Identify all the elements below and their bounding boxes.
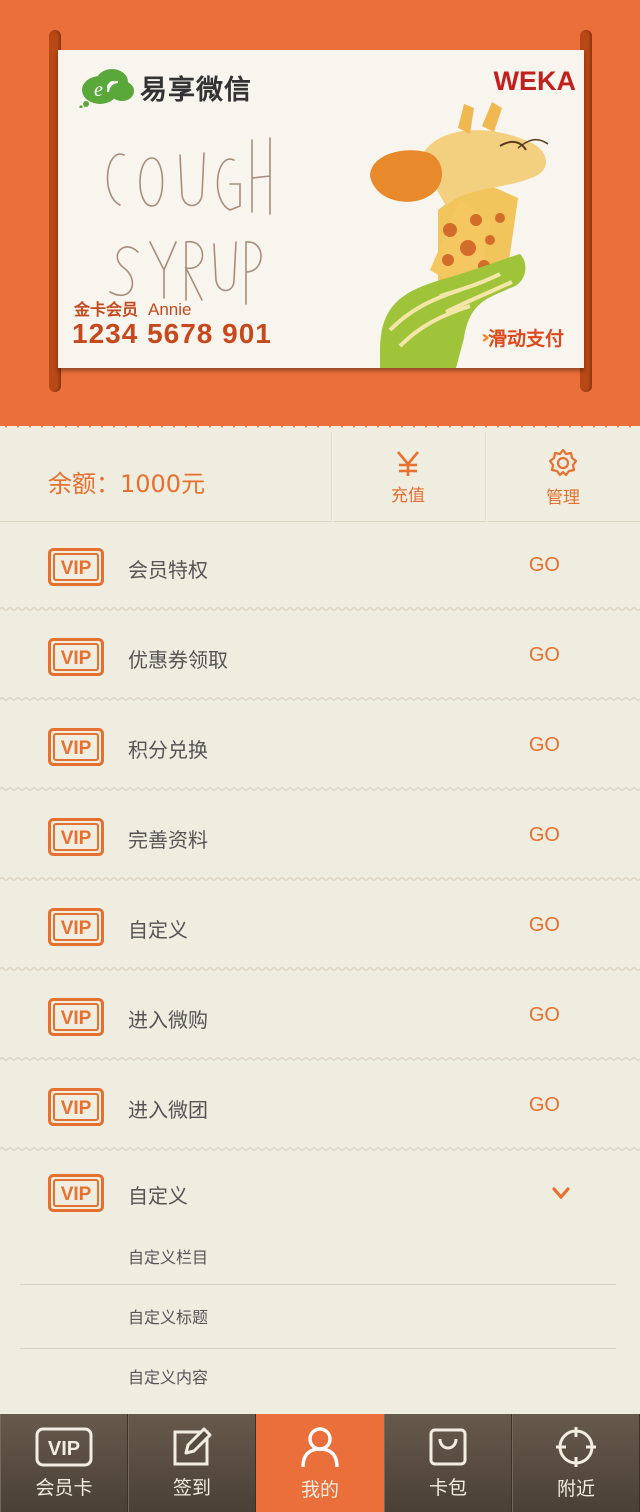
- tab-label: 会员卡: [35, 1476, 93, 1499]
- vip-icon: VIP: [35, 1427, 93, 1466]
- menu-row-coupons[interactable]: VIP 优惠券领取 GO: [0, 612, 640, 702]
- svg-text:VIP: VIP: [61, 1184, 92, 1205]
- tab-member-card[interactable]: VIP 会员卡: [0, 1414, 128, 1512]
- tab-checkin[interactable]: 签到: [128, 1414, 256, 1512]
- yuan-icon: [397, 450, 419, 476]
- member-info: 金卡会员 Annie: [74, 296, 192, 320]
- balance-bar: 余额：1000元 充值 管理: [0, 432, 640, 522]
- menu-item-label: 优惠券领取: [128, 648, 228, 672]
- recharge-label: 充值: [391, 485, 425, 506]
- user-icon: [301, 1426, 339, 1467]
- tab-label: 我的: [300, 1478, 339, 1501]
- menu-row-privileges[interactable]: VIP 会员特权 GO: [0, 522, 640, 612]
- sub-item-label: 自定义标题: [128, 1308, 209, 1327]
- vip-icon: VIP: [48, 1174, 104, 1212]
- app-name: 易享微信: [140, 74, 252, 106]
- vip-icon: VIP: [48, 728, 104, 766]
- vip-icon: VIP: [48, 998, 104, 1036]
- menu-item-label: 完善资料: [128, 828, 208, 852]
- svg-text:VIP: VIP: [61, 1098, 92, 1119]
- manage-label: 管理: [546, 487, 580, 508]
- go-link[interactable]: GO: [529, 644, 560, 667]
- menu-item-label: 会员特权: [128, 558, 208, 582]
- go-link[interactable]: GO: [529, 914, 560, 937]
- slide-pay-button[interactable]: ›› 滑动支付: [481, 324, 564, 351]
- bottom-tab-bar: VIP 会员卡 签到 我的 卡包 附近: [0, 1414, 640, 1512]
- sub-item-custom-content[interactable]: 自定义内容: [20, 1344, 616, 1404]
- svg-text:VIP: VIP: [61, 558, 92, 579]
- go-link[interactable]: GO: [529, 554, 560, 577]
- menu-item-label: 自定义: [128, 918, 188, 942]
- tab-label: 签到: [172, 1476, 211, 1499]
- sub-item-custom-column[interactable]: 自定义栏目: [20, 1224, 616, 1284]
- sub-item-custom-title[interactable]: 自定义标题: [20, 1284, 616, 1344]
- menu-row-custom[interactable]: VIP 自定义 GO: [0, 882, 640, 972]
- bag-icon: [429, 1428, 467, 1465]
- menu-row-profile[interactable]: VIP 完善资料 GO: [0, 792, 640, 882]
- menu-row-points-exchange[interactable]: VIP 积分兑换 GO: [0, 702, 640, 792]
- svg-text:VIP: VIP: [61, 648, 92, 669]
- chevron-down-icon[interactable]: [552, 1186, 570, 1200]
- go-link[interactable]: GO: [529, 734, 560, 757]
- menu-item-label: 积分兑换: [128, 738, 208, 762]
- svg-text:VIP: VIP: [48, 1438, 80, 1460]
- svg-text:VIP: VIP: [61, 918, 92, 939]
- member-level: 金卡会员: [74, 300, 139, 319]
- member-card[interactable]: e 易享微信 WEKA 金卡会员 Annie 1234 5678 901 ›› …: [58, 50, 584, 368]
- tab-card-wallet[interactable]: 卡包: [384, 1414, 512, 1512]
- tab-nearby[interactable]: 附近: [512, 1414, 640, 1512]
- vip-icon: VIP: [48, 818, 104, 856]
- svg-text:VIP: VIP: [61, 1008, 92, 1029]
- app-logo: e 易享微信: [78, 66, 252, 108]
- tab-label: 卡包: [428, 1476, 467, 1499]
- svg-text:e: e: [94, 79, 103, 101]
- sub-item-label: 自定义栏目: [128, 1248, 209, 1267]
- slide-pay-label: 滑动支付: [487, 328, 564, 350]
- svg-text:VIP: VIP: [61, 738, 92, 759]
- header-zigzag-edge: [0, 418, 640, 428]
- go-link[interactable]: GO: [529, 1094, 560, 1117]
- sub-item-label: 自定义内容: [128, 1368, 209, 1387]
- member-name: Annie: [148, 300, 192, 319]
- go-link[interactable]: GO: [529, 824, 560, 847]
- balance-amount: 余额：1000元: [48, 470, 206, 498]
- vip-icon: VIP: [48, 638, 104, 676]
- tab-label: 附近: [556, 1477, 595, 1500]
- cloud-logo-icon: e: [79, 69, 134, 108]
- menu-row-group-buy[interactable]: VIP 进入微团 GO: [0, 1062, 640, 1152]
- svg-text:VIP: VIP: [61, 828, 92, 849]
- menu-row-custom-expanded: VIP 自定义 自定义栏目 自定义标题 自定义内容: [0, 1152, 640, 1404]
- location-crosshair-icon: [556, 1426, 596, 1467]
- member-menu: VIP 会员特权 GO VIP 优惠券领取 GO VIP 积分兑换 GO VIP…: [0, 522, 640, 1404]
- vip-icon: VIP: [48, 908, 104, 946]
- double-arrow-icon: ››: [481, 327, 490, 348]
- edit-icon: [173, 1427, 212, 1465]
- recharge-button[interactable]: 充值: [332, 432, 484, 522]
- card-number: 1234 5678 901: [72, 318, 272, 349]
- vip-icon: VIP: [48, 548, 104, 586]
- tab-mine[interactable]: 我的: [256, 1414, 384, 1512]
- gear-icon: [548, 448, 578, 476]
- menu-item-label: 进入微购: [128, 1008, 208, 1032]
- header-banner: e 易享微信 WEKA 金卡会员 Annie 1234 5678 901 ›› …: [0, 0, 640, 426]
- menu-item-label: 进入微团: [128, 1098, 208, 1122]
- vip-icon: VIP: [48, 1088, 104, 1126]
- menu-item-label[interactable]: 自定义: [128, 1180, 188, 1209]
- manage-button[interactable]: 管理: [487, 432, 639, 522]
- go-link[interactable]: GO: [529, 1004, 560, 1027]
- menu-row-micro-shop[interactable]: VIP 进入微购 GO: [0, 972, 640, 1062]
